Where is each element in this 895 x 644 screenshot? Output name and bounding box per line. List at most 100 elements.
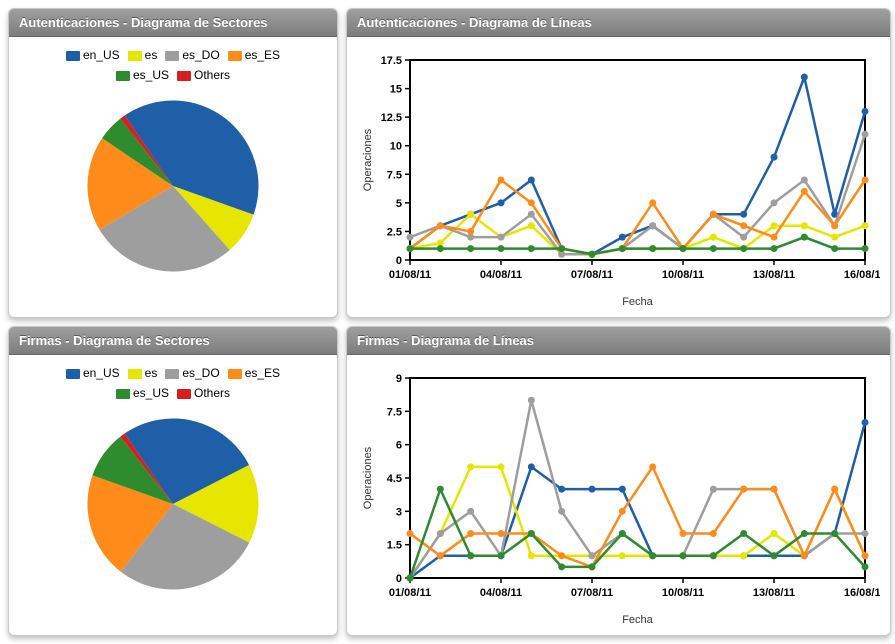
line-point xyxy=(771,234,778,241)
legend-item: en_US xyxy=(66,363,120,383)
line-point xyxy=(680,245,687,252)
x-axis-title: Fecha xyxy=(622,614,653,626)
line-point xyxy=(801,552,808,559)
x-tick-label: 01/08/11 xyxy=(389,269,431,281)
line-point xyxy=(649,222,656,229)
y-tick-label: 6 xyxy=(396,440,402,452)
line-point xyxy=(407,245,414,252)
panel-auth-line: Autenticaciones - Diagrama de Líneas 02.… xyxy=(346,8,891,318)
y-tick-label: 0 xyxy=(396,255,402,267)
line-point xyxy=(528,177,535,184)
line-point xyxy=(467,530,474,537)
y-axis-title: Operaciones xyxy=(362,128,374,191)
legend-swatch xyxy=(128,51,142,61)
line-point xyxy=(498,552,505,559)
panel-auth-pie: Autenticaciones - Diagrama de Sectores e… xyxy=(8,8,338,318)
legend-item: es_ES xyxy=(228,45,280,65)
panel-sign-line: Firmas - Diagrama de Líneas 01.534.567.5… xyxy=(346,326,891,636)
line-point xyxy=(862,222,869,229)
line-point xyxy=(467,211,474,218)
legend-swatch xyxy=(228,51,242,61)
line-point xyxy=(649,245,656,252)
line-point xyxy=(528,530,535,537)
line-point xyxy=(771,199,778,206)
line-point xyxy=(740,222,747,229)
legend-item: es xyxy=(128,45,158,65)
x-tick-label: 16/08/11 xyxy=(844,269,880,281)
line-point xyxy=(467,552,474,559)
legend-swatch xyxy=(66,369,80,379)
line-point xyxy=(558,508,565,515)
line-series xyxy=(410,134,865,254)
line-point xyxy=(740,211,747,218)
line-point xyxy=(801,74,808,81)
line-point xyxy=(589,552,596,559)
panel-title: Autenticaciones - Diagrama de Sectores xyxy=(9,9,337,37)
line-chart-auth: 02.557.51012.51517.501/08/1104/08/1107/0… xyxy=(355,45,880,315)
legend-item: es_ES xyxy=(228,363,280,383)
line-point xyxy=(771,245,778,252)
legend-swatch xyxy=(177,389,191,399)
legend-swatch xyxy=(116,71,130,81)
y-tick-label: 17.5 xyxy=(381,55,402,67)
line-point xyxy=(437,552,444,559)
line-point xyxy=(740,552,747,559)
line-point xyxy=(710,245,717,252)
line-point xyxy=(862,419,869,426)
x-tick-label: 10/08/11 xyxy=(662,587,704,599)
line-point xyxy=(558,486,565,493)
y-tick-label: 7.5 xyxy=(387,169,402,181)
legend-item: Others xyxy=(177,383,230,403)
x-axis-title: Fecha xyxy=(622,296,653,308)
line-point xyxy=(498,199,505,206)
panel-body: 02.557.51012.51517.501/08/1104/08/1107/0… xyxy=(347,37,890,318)
y-axis-title: Operaciones xyxy=(362,446,374,509)
legend-auth-pie: en_USeses_DOes_ESes_USOthers xyxy=(17,45,329,85)
line-series xyxy=(410,467,865,567)
y-tick-label: 7.5 xyxy=(387,406,402,418)
legend-label: es_DO xyxy=(182,48,219,62)
legend-label: es_US xyxy=(133,386,169,400)
legend-label: es_ES xyxy=(245,366,280,380)
legend-label: es_DO xyxy=(182,366,219,380)
line-point xyxy=(740,486,747,493)
legend-item: es_US xyxy=(116,65,169,85)
line-point xyxy=(771,486,778,493)
panel-body: en_USeses_DOes_ESes_USOthers xyxy=(9,37,337,317)
legend-label: en_US xyxy=(83,48,120,62)
line-point xyxy=(831,222,838,229)
y-tick-label: 9 xyxy=(396,373,402,385)
legend-swatch xyxy=(165,51,179,61)
line-point xyxy=(831,486,838,493)
x-tick-label: 01/08/11 xyxy=(389,587,431,599)
x-tick-label: 16/08/11 xyxy=(844,587,880,599)
x-tick-label: 07/08/11 xyxy=(571,269,613,281)
legend-item: es_DO xyxy=(165,45,219,65)
line-point xyxy=(862,563,869,570)
line-point xyxy=(771,530,778,537)
legend-swatch xyxy=(116,389,130,399)
line-point xyxy=(498,463,505,470)
y-tick-label: 15 xyxy=(390,84,402,96)
panel-body: 01.534.567.5901/08/1104/08/1107/08/1110/… xyxy=(347,355,890,636)
line-point xyxy=(801,234,808,241)
legend-label: es_US xyxy=(133,68,169,82)
x-tick-label: 13/08/11 xyxy=(753,587,795,599)
legend-item: es_US xyxy=(116,383,169,403)
line-point xyxy=(467,228,474,235)
line-point xyxy=(528,397,535,404)
line-point xyxy=(498,245,505,252)
x-tick-label: 04/08/11 xyxy=(480,269,522,281)
line-point xyxy=(862,245,869,252)
line-point xyxy=(619,530,626,537)
panel-title: Firmas - Diagrama de Sectores xyxy=(9,327,337,355)
y-tick-label: 4.5 xyxy=(387,473,402,485)
legend-swatch xyxy=(177,71,191,81)
x-tick-label: 13/08/11 xyxy=(753,269,795,281)
panel-sign-pie: Firmas - Diagrama de Sectores en_USeses_… xyxy=(8,326,338,636)
line-point xyxy=(771,222,778,229)
line-point xyxy=(498,530,505,537)
line-point xyxy=(558,245,565,252)
line-point xyxy=(619,245,626,252)
line-point xyxy=(831,234,838,241)
